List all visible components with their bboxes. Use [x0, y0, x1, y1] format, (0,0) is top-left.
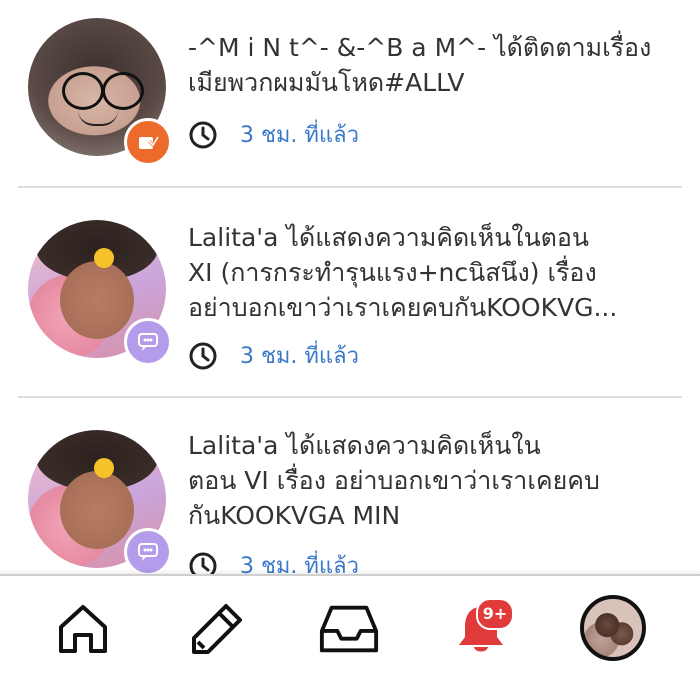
notification-line: XI (การกระทำรุนแรง+ncนิสนึง) เรื่อง [188, 258, 597, 287]
follow-book-icon [124, 118, 172, 166]
notification-line: Lalita'a ได้แสดงความคิดเห็นใน [188, 431, 541, 460]
clock-icon [189, 121, 217, 148]
time-label: 3 ชม. ที่แล้ว [240, 344, 359, 369]
comment-icon [124, 318, 172, 366]
time-label: 3 ชม. ที่แล้ว [240, 123, 359, 148]
notification-time: 3 ชม. ที่แล้ว [188, 548, 359, 574]
clock-icon [189, 342, 217, 369]
notification-time: 3 ชม. ที่แล้ว [188, 338, 359, 373]
clock-icon [189, 552, 217, 574]
notification-text: Lalita'a ได้แสดงความคิดเห็นในตอน XI (การ… [188, 220, 668, 325]
comment-icon [124, 528, 172, 574]
notification-line: ตอน VI เรื่อง อย่าบอกเขาว่าเราเคยคบ [188, 466, 600, 495]
notification-item[interactable]: Lalita'a ได้แสดงความคิดเห็นในตอน XI (การ… [0, 188, 700, 396]
inbox-tray-icon[interactable] [318, 598, 380, 660]
notification-line: Lalita'a ได้แสดงความคิดเห็นในตอน [188, 223, 590, 252]
time-label: 3 ชม. ที่แล้ว [240, 554, 359, 574]
notification-text: -^M i N t^- &-^B a M^- ได้ติดตามเรื่อง เ… [188, 30, 668, 100]
notification-feed: -^M i N t^- &-^B a M^- ได้ติดตามเรื่อง เ… [0, 0, 700, 574]
notification-time: 3 ชม. ที่แล้ว [188, 117, 359, 152]
notification-line: อย่าบอกเขาว่าเราเคยคบกันKOOKVG... [188, 293, 618, 322]
notification-line: -^M i N t^- &-^B a M^- ได้ติดตามเรื่อง [188, 33, 652, 62]
notification-line: เมียพวกผมมันโหด#ALLV [188, 68, 465, 97]
profile-avatar[interactable] [580, 595, 646, 661]
notification-item[interactable]: -^M i N t^- &-^B a M^- ได้ติดตามเรื่อง เ… [0, 0, 700, 186]
pencil-icon[interactable] [186, 598, 248, 660]
notification-count-badge: 9+ [476, 598, 514, 630]
home-icon[interactable] [52, 598, 114, 660]
notification-item[interactable]: Lalita'a ได้แสดงความคิดเห็นใน ตอน VI เรื… [0, 398, 700, 574]
notification-text: Lalita'a ได้แสดงความคิดเห็นใน ตอน VI เรื… [188, 428, 668, 533]
notification-line: กันKOOKVGA MIN [188, 501, 401, 530]
